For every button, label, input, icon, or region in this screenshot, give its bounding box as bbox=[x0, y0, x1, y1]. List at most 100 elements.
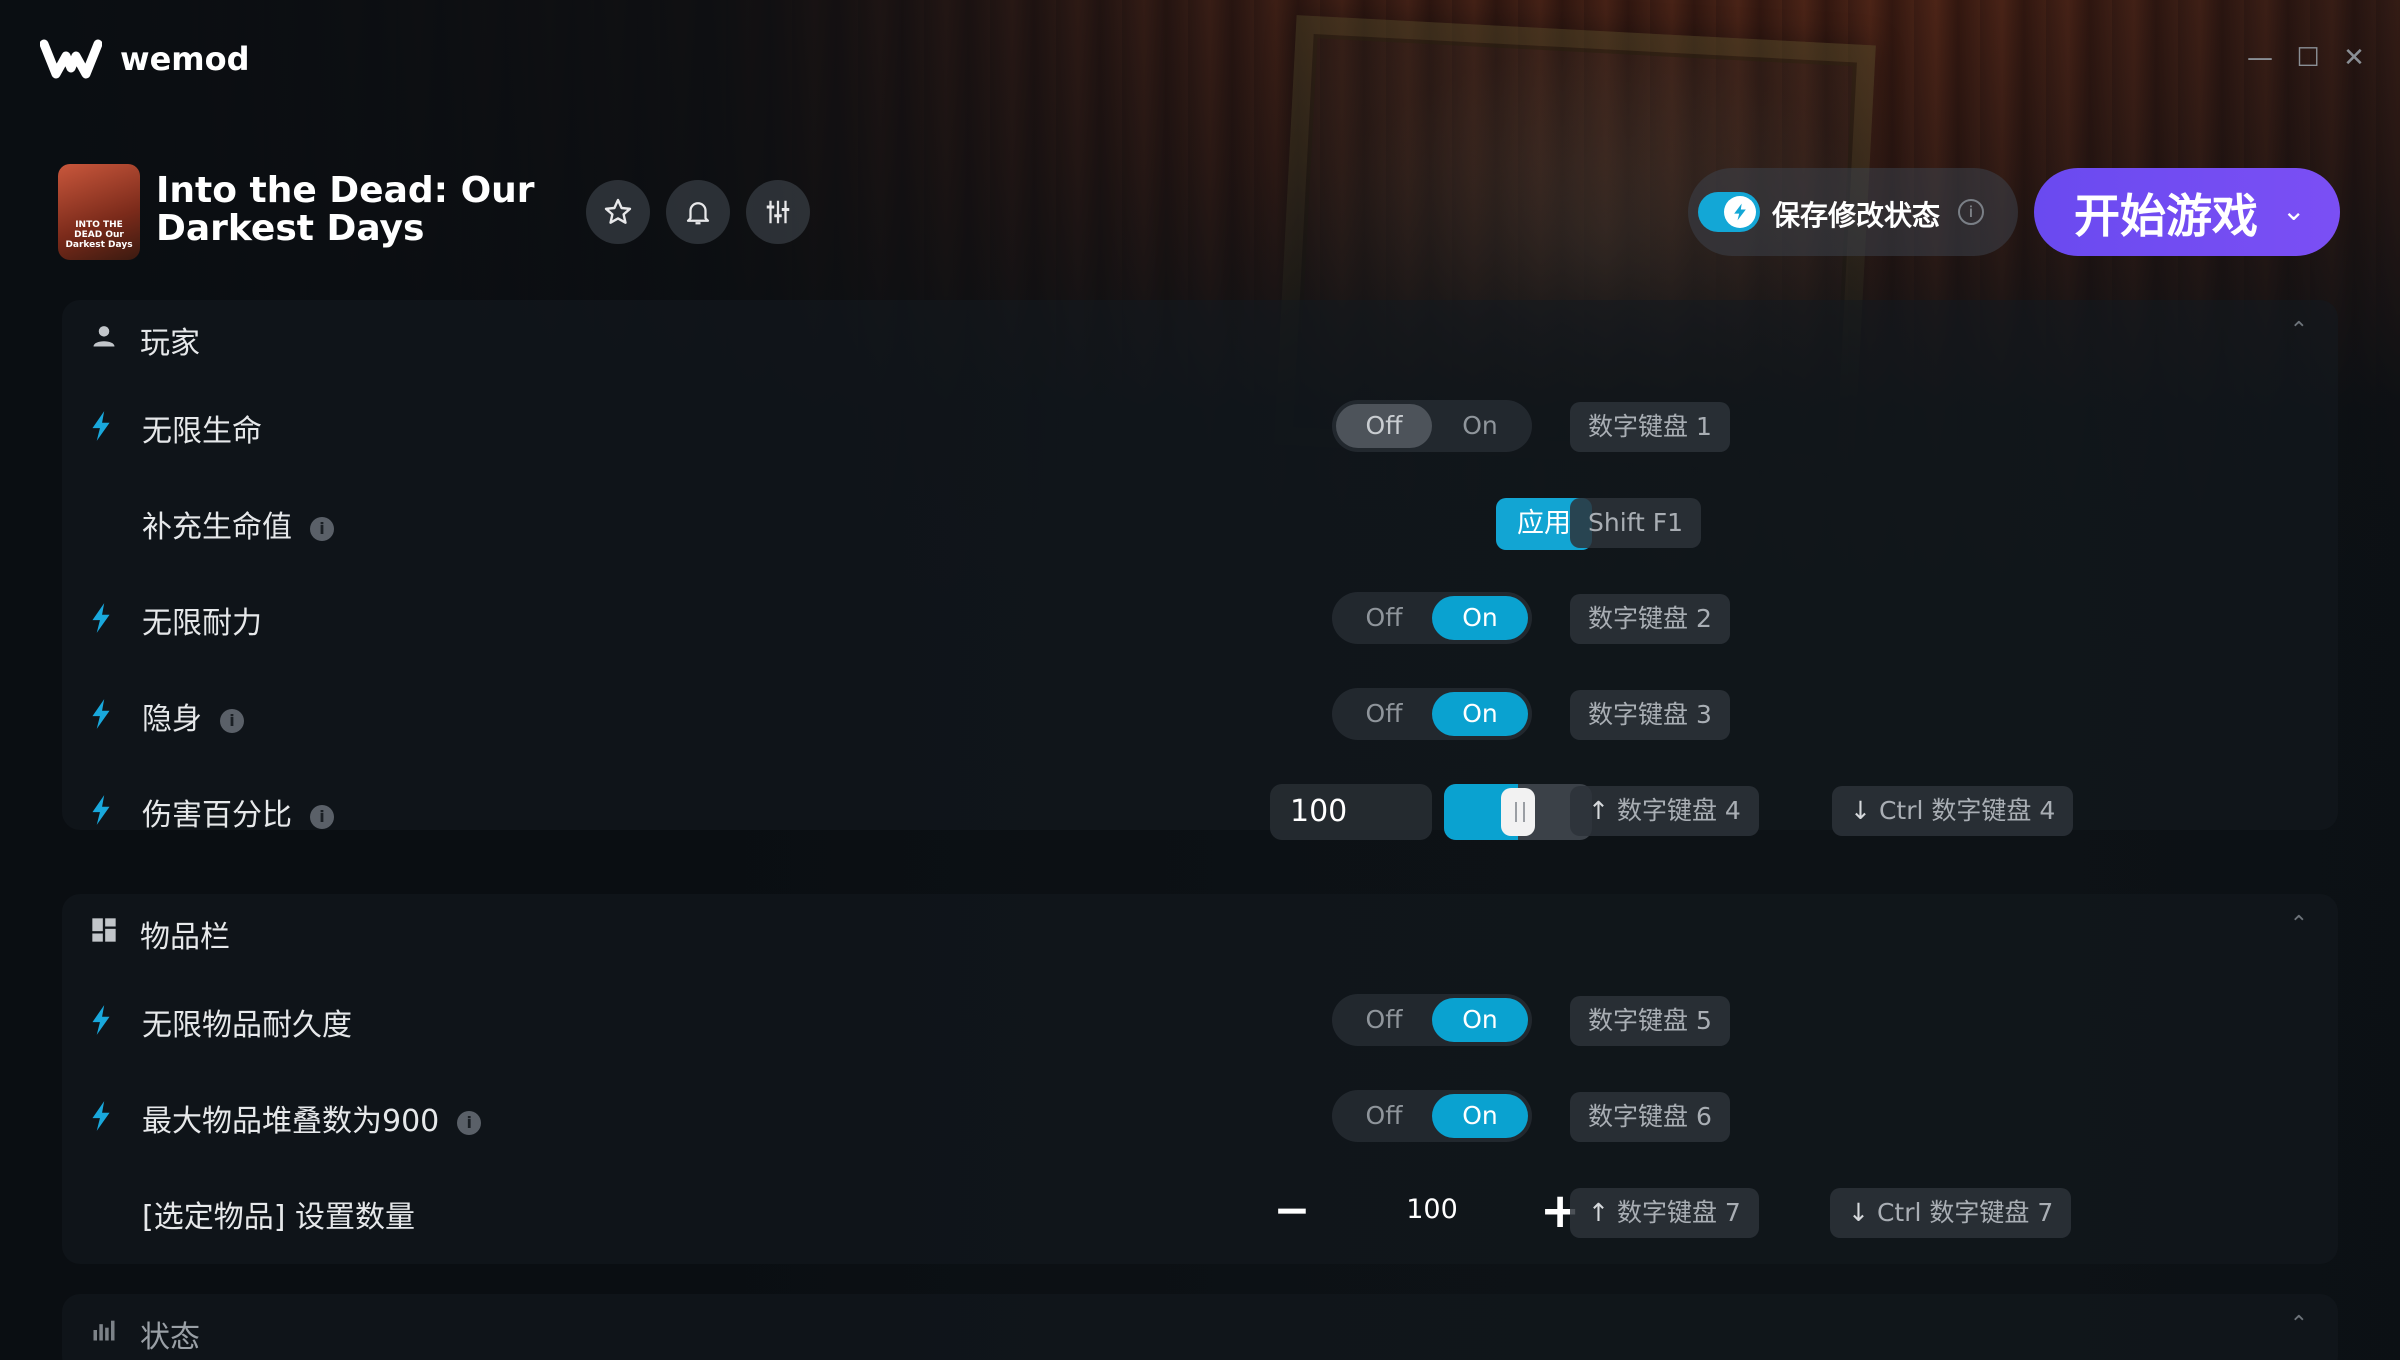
mod-label-text: 补充生命值 bbox=[142, 510, 292, 545]
info-icon[interactable]: i bbox=[220, 709, 244, 733]
maximize-icon[interactable]: ☐ bbox=[2294, 44, 2322, 72]
toggle-off-option[interactable]: Off bbox=[1336, 1094, 1432, 1138]
hotkey-badge[interactable]: 数字键盘 3 bbox=[1570, 690, 1730, 740]
game-cover-text: INTO THE DEAD Our Darkest Days bbox=[65, 220, 133, 250]
mod-label: 最大物品堆叠数为900 i bbox=[142, 1096, 482, 1140]
minimize-icon[interactable]: — bbox=[2246, 44, 2274, 72]
mod-label: 无限生命 bbox=[142, 414, 262, 449]
hotkey-increase-badge[interactable]: ↑ 数字键盘 4 bbox=[1570, 786, 1759, 836]
toggle-off-option[interactable]: Off bbox=[1336, 404, 1432, 448]
lightning-icon bbox=[92, 411, 110, 441]
wemod-logo-icon bbox=[40, 39, 102, 79]
mod-row-max-stack: 最大物品堆叠数为900 i Off On 数字键盘 6 bbox=[62, 1068, 2338, 1164]
hotkey-text: Ctrl 数字键盘 7 bbox=[1876, 1198, 2054, 1227]
mod-label-text: 隐身 bbox=[142, 702, 202, 737]
lightning-icon bbox=[92, 1005, 110, 1035]
toggle-on-option[interactable]: On bbox=[1432, 998, 1528, 1042]
lightning-icon bbox=[92, 699, 110, 729]
hotkey-badge[interactable]: 数字键盘 1 bbox=[1570, 402, 1730, 452]
mod-label-text: 伤害百分比 bbox=[142, 798, 292, 833]
close-icon[interactable]: ✕ bbox=[2340, 44, 2368, 72]
lightning-icon bbox=[92, 603, 110, 633]
toggle-on-option[interactable]: On bbox=[1432, 404, 1528, 448]
stats-section-header[interactable]: 状态 ⌃ bbox=[62, 1294, 2338, 1360]
player-section-header[interactable]: 玩家 ⌃ bbox=[62, 300, 2338, 372]
mod-label: 伤害百分比 i bbox=[142, 790, 334, 834]
decrease-button[interactable]: − bbox=[1272, 1189, 1312, 1233]
arrow-up-icon: ↑ bbox=[1588, 796, 1609, 825]
quantity-value[interactable]: 100 bbox=[1362, 1194, 1502, 1225]
mod-toggle[interactable]: Off On bbox=[1332, 400, 1532, 452]
toggle-on-option[interactable]: On bbox=[1432, 1094, 1528, 1138]
inventory-section-label: 物品栏 bbox=[140, 920, 230, 955]
sliders-icon bbox=[766, 200, 790, 224]
grid-icon bbox=[92, 918, 116, 942]
mod-row-infinite-durability: 无限物品耐久度 Off On 数字键盘 5 bbox=[62, 972, 2338, 1068]
play-button-label[interactable]: 开始游戏 bbox=[2074, 180, 2258, 246]
game-cover-image: INTO THE DEAD Our Darkest Days bbox=[58, 164, 140, 260]
person-icon bbox=[93, 326, 115, 347]
favorite-button[interactable] bbox=[586, 180, 650, 244]
title-bar: wemod — ☐ ✕ bbox=[0, 0, 2400, 120]
arrow-up-icon: ↑ bbox=[1588, 1198, 1609, 1227]
hotkey-badge[interactable]: 数字键盘 2 bbox=[1570, 594, 1730, 644]
hotkey-badge[interactable]: 数字键盘 6 bbox=[1570, 1092, 1730, 1142]
mod-toggle[interactable]: Off On bbox=[1332, 592, 1532, 644]
lightning-icon bbox=[92, 795, 110, 825]
collapse-chevron-icon[interactable]: ⌃ bbox=[2290, 912, 2308, 937]
hotkey-increase-badge[interactable]: ↑ 数字键盘 7 bbox=[1570, 1188, 1759, 1238]
hotkey-decrease-badge[interactable]: ↓ Ctrl 数字键盘 7 bbox=[1830, 1188, 2072, 1238]
toggle-off-option[interactable]: Off bbox=[1336, 692, 1432, 736]
mod-row-infinite-health: 无限生命 Off On 数字键盘 1 bbox=[62, 378, 2338, 474]
hotkey-text: Ctrl 数字键盘 4 bbox=[1878, 796, 2056, 825]
info-icon[interactable]: i bbox=[310, 517, 334, 541]
hotkey-badge[interactable]: 数字键盘 5 bbox=[1570, 996, 1730, 1046]
hotkey-text: 数字键盘 4 bbox=[1616, 796, 1741, 825]
hotkey-badge[interactable]: Shift F1 bbox=[1570, 498, 1702, 548]
mod-label: [选定物品] 设置数量 bbox=[142, 1200, 415, 1235]
slider-thumb[interactable] bbox=[1501, 788, 1535, 836]
toggle-on-option[interactable]: On bbox=[1432, 692, 1528, 736]
notifications-button[interactable] bbox=[666, 180, 730, 244]
save-mods-toggle-knob bbox=[1724, 196, 1756, 228]
mod-row-refill-health: 补充生命值 i 应用 Shift F1 bbox=[62, 474, 2338, 570]
mod-label: 补充生命值 i bbox=[142, 502, 334, 546]
save-mods-info-icon[interactable]: i bbox=[1958, 199, 1984, 225]
save-mods-toggle[interactable] bbox=[1698, 192, 1760, 232]
player-section-label: 玩家 bbox=[140, 326, 200, 361]
damage-value-input[interactable]: 100 bbox=[1270, 784, 1432, 840]
mod-toggle[interactable]: Off On bbox=[1332, 688, 1532, 740]
mod-label: 隐身 i bbox=[142, 694, 244, 738]
mod-label: 无限耐力 bbox=[142, 606, 262, 641]
mod-toggle[interactable]: Off On bbox=[1332, 1090, 1532, 1142]
mod-row-damage-percent: 伤害百分比 i 100 ↑ 数字键盘 4 ↓ Ctrl 数字键盘 4 bbox=[62, 762, 2338, 858]
game-title: Into the Dead: Our Darkest Days bbox=[156, 170, 535, 249]
arrow-down-icon: ↓ bbox=[1850, 796, 1871, 825]
hotkey-text: 数字键盘 7 bbox=[1616, 1198, 1741, 1227]
mod-row-stealth: 隐身 i Off On 数字键盘 3 bbox=[62, 666, 2338, 762]
toggle-off-option[interactable]: Off bbox=[1336, 596, 1432, 640]
info-icon[interactable]: i bbox=[457, 1111, 482, 1135]
collapse-chevron-icon[interactable]: ⌃ bbox=[2290, 318, 2308, 343]
mod-row-infinite-stamina: 无限耐力 Off On 数字键盘 2 bbox=[62, 570, 2338, 666]
mod-settings-button[interactable] bbox=[746, 180, 810, 244]
lightning-icon bbox=[1734, 203, 1746, 221]
info-icon[interactable]: i bbox=[310, 805, 334, 829]
bar-chart-icon bbox=[93, 1320, 115, 1341]
toggle-on-option[interactable]: On bbox=[1432, 596, 1528, 640]
brand-name: wemod bbox=[120, 40, 250, 78]
collapse-chevron-icon[interactable]: ⌃ bbox=[2290, 1312, 2308, 1337]
mod-row-set-quantity: [选定物品] 设置数量 − 100 + ↑ 数字键盘 7 ↓ Ctrl 数字键盘 7 bbox=[62, 1164, 2338, 1260]
arrow-down-icon: ↓ bbox=[1848, 1198, 1869, 1227]
star-icon bbox=[604, 198, 632, 224]
mod-label: 无限物品耐久度 bbox=[142, 1008, 352, 1043]
mod-toggle[interactable]: Off On bbox=[1332, 994, 1532, 1046]
hotkey-decrease-badge[interactable]: ↓ Ctrl 数字键盘 4 bbox=[1832, 786, 2074, 836]
bell-icon bbox=[686, 202, 710, 225]
toggle-off-option[interactable]: Off bbox=[1336, 998, 1432, 1042]
inventory-section-header[interactable]: 物品栏 ⌃ bbox=[62, 894, 2338, 966]
stats-section-label: 状态 bbox=[140, 1320, 200, 1355]
save-mods-label: 保存修改状态 bbox=[1772, 199, 1941, 232]
mod-label-text: 最大物品堆叠数为900 bbox=[142, 1104, 440, 1139]
play-options-chevron-icon[interactable]: ⌄ bbox=[2282, 194, 2305, 227]
